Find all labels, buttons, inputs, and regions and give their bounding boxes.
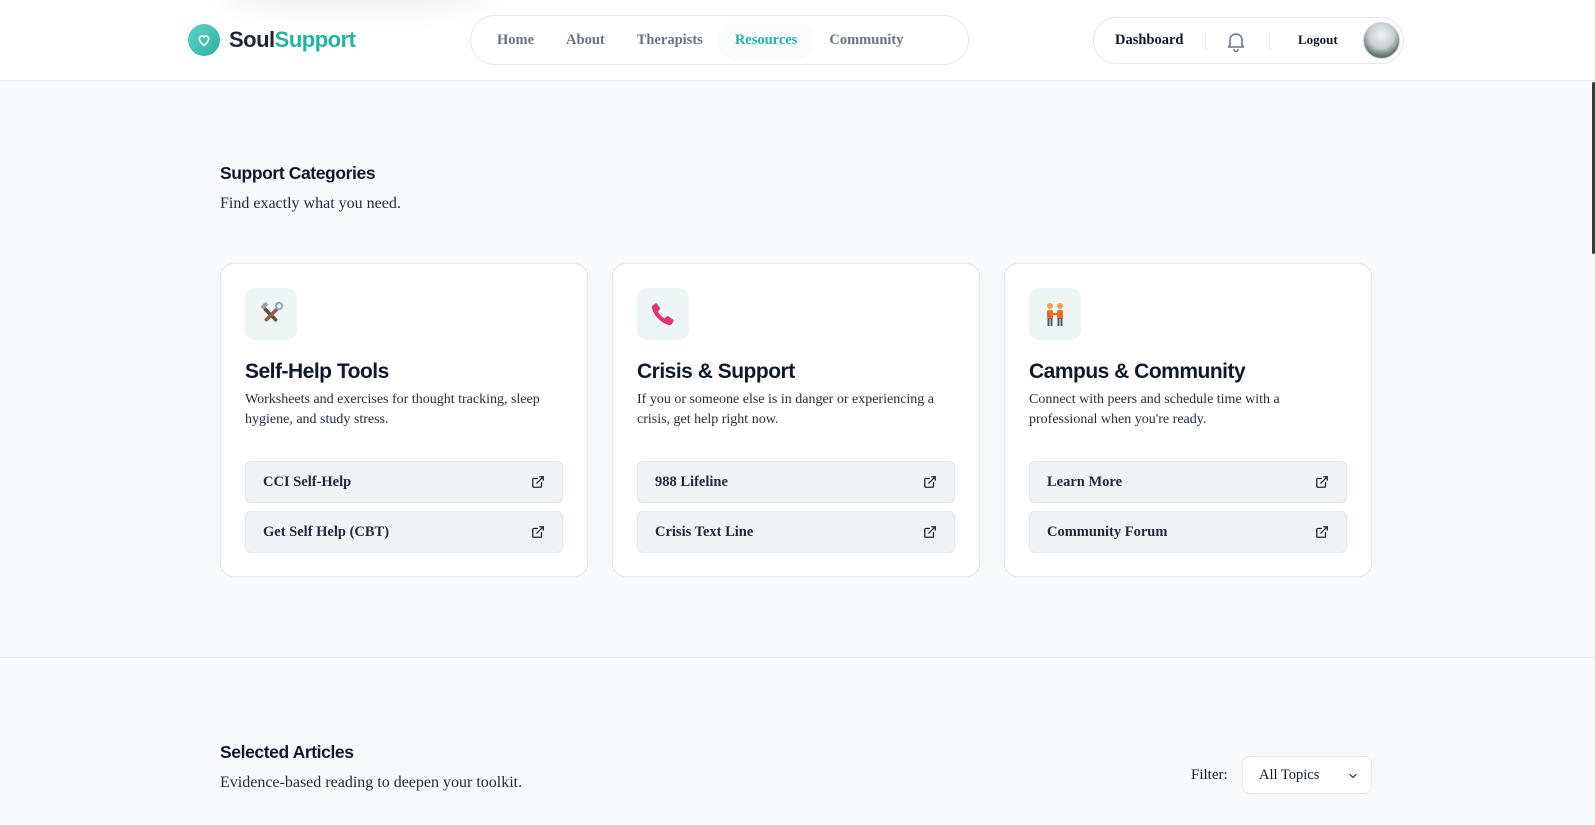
nav-resources[interactable]: Resources	[718, 22, 814, 58]
logo-text-support: Support	[274, 27, 356, 52]
phone-icon	[637, 288, 689, 340]
button-label: Crisis Text Line	[655, 523, 754, 540]
logo[interactable]: SoulSupport	[188, 24, 356, 56]
card-campus-community: Campus & Community Connect with peers an…	[1004, 263, 1372, 577]
topic-filter-select[interactable]: All Topics	[1242, 756, 1372, 794]
external-link-icon	[532, 526, 544, 538]
nav-community[interactable]: Community	[813, 22, 919, 58]
community-forum-button[interactable]: Community Forum	[1029, 511, 1347, 553]
external-link-icon	[924, 526, 936, 538]
section-divider	[0, 657, 1595, 658]
get-self-help-cbt-button[interactable]: Get Self Help (CBT)	[245, 511, 563, 553]
support-title: Support Categories	[220, 163, 376, 183]
card-title: Crisis & Support	[637, 360, 795, 383]
nav-home[interactable]: Home	[481, 22, 550, 58]
chevron-down-icon	[1349, 773, 1357, 779]
button-label: Community Forum	[1047, 523, 1168, 540]
site-header: SoulSupport Home About Therapists Resour…	[0, 0, 1595, 81]
cci-self-help-button[interactable]: CCI Self-Help	[245, 461, 563, 503]
button-label: Get Self Help (CBT)	[263, 523, 390, 540]
filter-selected-value: All Topics	[1259, 766, 1320, 783]
divider	[1205, 32, 1206, 50]
logo-text: SoulSupport	[229, 27, 356, 53]
external-link-icon	[1316, 476, 1328, 488]
divider	[1269, 32, 1270, 50]
tools-icon	[245, 288, 297, 340]
external-link-icon	[924, 476, 936, 488]
dashboard-link[interactable]: Dashboard	[1115, 32, 1184, 49]
filter-label: Filter:	[1191, 767, 1228, 783]
card-title: Campus & Community	[1029, 360, 1246, 383]
card-description: Connect with peers and schedule time wit…	[1029, 392, 1280, 427]
card-crisis-support: Crisis & Support If you or someone else …	[612, 263, 980, 577]
heart-icon	[188, 24, 220, 56]
header-shadow	[215, 0, 495, 12]
button-label: CCI Self-Help	[263, 473, 352, 490]
people-icon	[1029, 288, 1081, 340]
articles-title: Selected Articles	[220, 742, 354, 762]
support-subtitle: Find exactly what you need.	[220, 195, 401, 212]
988-lifeline-button[interactable]: 988 Lifeline	[637, 461, 955, 503]
logo-text-soul: Soul	[229, 27, 275, 52]
user-menu: Dashboard Logout	[1093, 17, 1404, 64]
logout-link[interactable]: Logout	[1298, 32, 1338, 48]
external-link-icon	[532, 476, 544, 488]
external-link-icon	[1316, 526, 1328, 538]
articles-subtitle: Evidence-based reading to deepen your to…	[220, 774, 523, 791]
card-description: If you or someone else is in danger or e…	[637, 392, 935, 427]
crisis-text-line-button[interactable]: Crisis Text Line	[637, 511, 955, 553]
learn-more-button[interactable]: Learn More	[1029, 461, 1347, 503]
card-self-help: Self-Help Tools Worksheets and exercises…	[220, 263, 588, 577]
card-title: Self-Help Tools	[245, 360, 389, 383]
main-nav: Home About Therapists Resources Communit…	[470, 15, 969, 65]
button-label: Learn More	[1047, 473, 1123, 490]
nav-about[interactable]: About	[550, 22, 621, 58]
nav-therapists[interactable]: Therapists	[621, 22, 719, 58]
bell-icon[interactable]	[1224, 29, 1248, 53]
card-description: Worksheets and exercises for thought tra…	[245, 392, 540, 427]
avatar[interactable]	[1363, 22, 1400, 59]
button-label: 988 Lifeline	[655, 473, 728, 490]
